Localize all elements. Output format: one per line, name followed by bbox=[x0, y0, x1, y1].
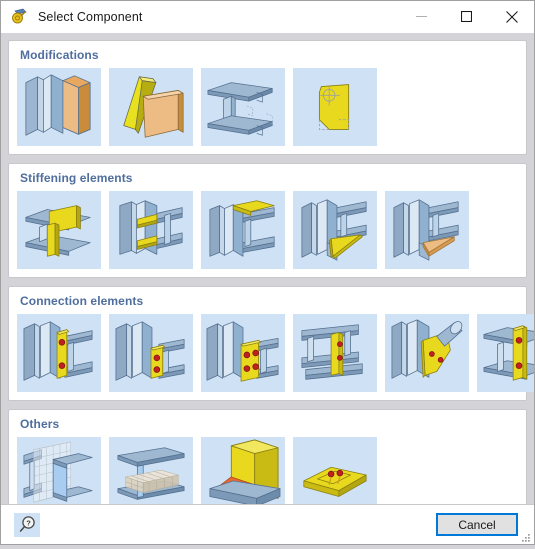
section-title: Stiffening elements bbox=[20, 171, 133, 185]
tile-column-flange-bolted-plate[interactable] bbox=[477, 314, 534, 392]
section-title: Connection elements bbox=[20, 294, 144, 308]
section-title: Modifications bbox=[20, 48, 99, 62]
tile-fin-plate-two-bolts[interactable] bbox=[109, 314, 193, 392]
section-stiffening-elements: Stiffening elements bbox=[8, 163, 527, 278]
tile-row bbox=[17, 314, 534, 392]
tile-end-plate-four-bolts[interactable] bbox=[201, 314, 285, 392]
tile-double-horizontal-stiffeners[interactable] bbox=[109, 191, 193, 269]
dialog-footer: ? Cancel bbox=[1, 504, 534, 544]
tile-row bbox=[17, 191, 518, 269]
tile-top-flange-stiffener[interactable] bbox=[201, 191, 285, 269]
section-title: Others bbox=[20, 417, 60, 431]
tile-beam-flange-notch[interactable] bbox=[201, 68, 285, 146]
component-app-icon bbox=[10, 7, 30, 27]
tile-row bbox=[17, 68, 518, 146]
section-connection-elements: Connection elements bbox=[8, 286, 534, 401]
minimize-button[interactable] bbox=[399, 1, 444, 32]
search-help-icon[interactable]: ? bbox=[14, 512, 40, 537]
svg-text:?: ? bbox=[26, 519, 31, 528]
tile-concrete-wall-embed[interactable] bbox=[17, 437, 101, 504]
tile-plate-contour-edit[interactable] bbox=[293, 68, 377, 146]
tile-beam-end-plate-cut[interactable] bbox=[17, 68, 101, 146]
tile-weld-seam-detail[interactable] bbox=[201, 437, 285, 504]
section-modifications: Modifications bbox=[8, 40, 527, 155]
tile-row bbox=[17, 437, 518, 504]
tile-end-plate-two-bolts[interactable] bbox=[17, 314, 101, 392]
maximize-button[interactable] bbox=[444, 1, 489, 32]
resize-grip-icon[interactable] bbox=[520, 531, 532, 543]
tile-anchor-base-plate[interactable] bbox=[293, 437, 377, 504]
tile-triangular-orange-haunch[interactable] bbox=[385, 191, 469, 269]
component-groups: Modifications Stiffening elements Connec… bbox=[1, 33, 534, 504]
tile-vertical-stiffener-plate[interactable] bbox=[17, 191, 101, 269]
tile-diagonal-tube-gusset-plate[interactable] bbox=[385, 314, 469, 392]
tile-folded-plate-pair[interactable] bbox=[109, 68, 193, 146]
window-title: Select Component bbox=[38, 9, 143, 24]
cancel-button[interactable]: Cancel bbox=[436, 513, 518, 536]
tile-triangular-yellow-haunch[interactable] bbox=[293, 191, 377, 269]
tile-concrete-beam-embed[interactable] bbox=[109, 437, 193, 504]
select-component-dialog: Select Component Modifications Stiffenin… bbox=[0, 0, 535, 545]
tile-column-web-angle-cleat[interactable] bbox=[293, 314, 377, 392]
title-bar: Select Component bbox=[1, 1, 534, 33]
close-button[interactable] bbox=[489, 1, 534, 32]
section-others: Others bbox=[8, 409, 527, 504]
